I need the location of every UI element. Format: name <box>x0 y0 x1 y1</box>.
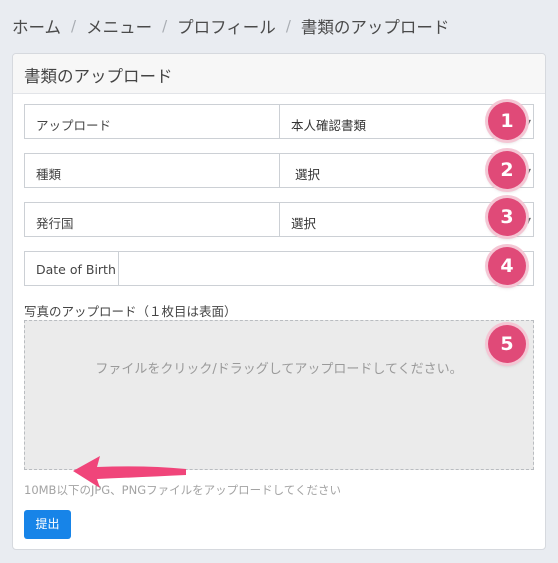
dob-input[interactable] <box>119 252 533 285</box>
dob-label: Date of Birth <box>25 252 119 285</box>
file-dropzone[interactable]: ファイルをクリック/ドラッグしてアップロードしてください。 <box>24 320 534 470</box>
annotation-badge-4: 4 <box>488 247 526 285</box>
annotation-badge-1: 1 <box>488 102 526 140</box>
breadcrumb: ホーム / メニュー / プロフィール / 書類のアップロード <box>12 14 449 38</box>
breadcrumb-separator: / <box>285 17 291 35</box>
breadcrumb-current: 書類のアップロード <box>300 18 450 37</box>
doc-type-label: 種類 <box>25 154 280 187</box>
breadcrumb-menu[interactable]: メニュー <box>86 14 152 38</box>
photo-upload-label: 写真のアップロード（１枚目は表面） <box>24 304 237 319</box>
annotation-badge-5: 5 <box>488 325 526 363</box>
breadcrumb-separator: / <box>71 17 77 35</box>
breadcrumb-profile[interactable]: プロフィール <box>177 14 276 38</box>
annotation-arrow-icon <box>73 456 186 488</box>
submit-button[interactable]: 提出 <box>24 510 71 539</box>
annotation-badge-2: 2 <box>488 151 526 189</box>
upload-type-select[interactable]: アップロード 本人確認書類 ▼ <box>24 104 534 139</box>
doc-type-select[interactable]: 種類 選択 ▼ <box>24 153 534 188</box>
dropzone-text: ファイルをクリック/ドラッグしてアップロードしてください。 <box>95 362 463 377</box>
upload-type-label: アップロード <box>25 105 280 138</box>
breadcrumb-home[interactable]: ホーム <box>12 14 61 38</box>
breadcrumb-separator: / <box>162 17 168 35</box>
annotation-badge-3: 3 <box>488 198 526 236</box>
dob-field[interactable]: Date of Birth <box>24 251 534 286</box>
country-label: 発行国 <box>25 203 280 236</box>
country-select[interactable]: 発行国 選択 ▼ <box>24 202 534 237</box>
card-title: 書類のアップロード <box>13 54 545 94</box>
